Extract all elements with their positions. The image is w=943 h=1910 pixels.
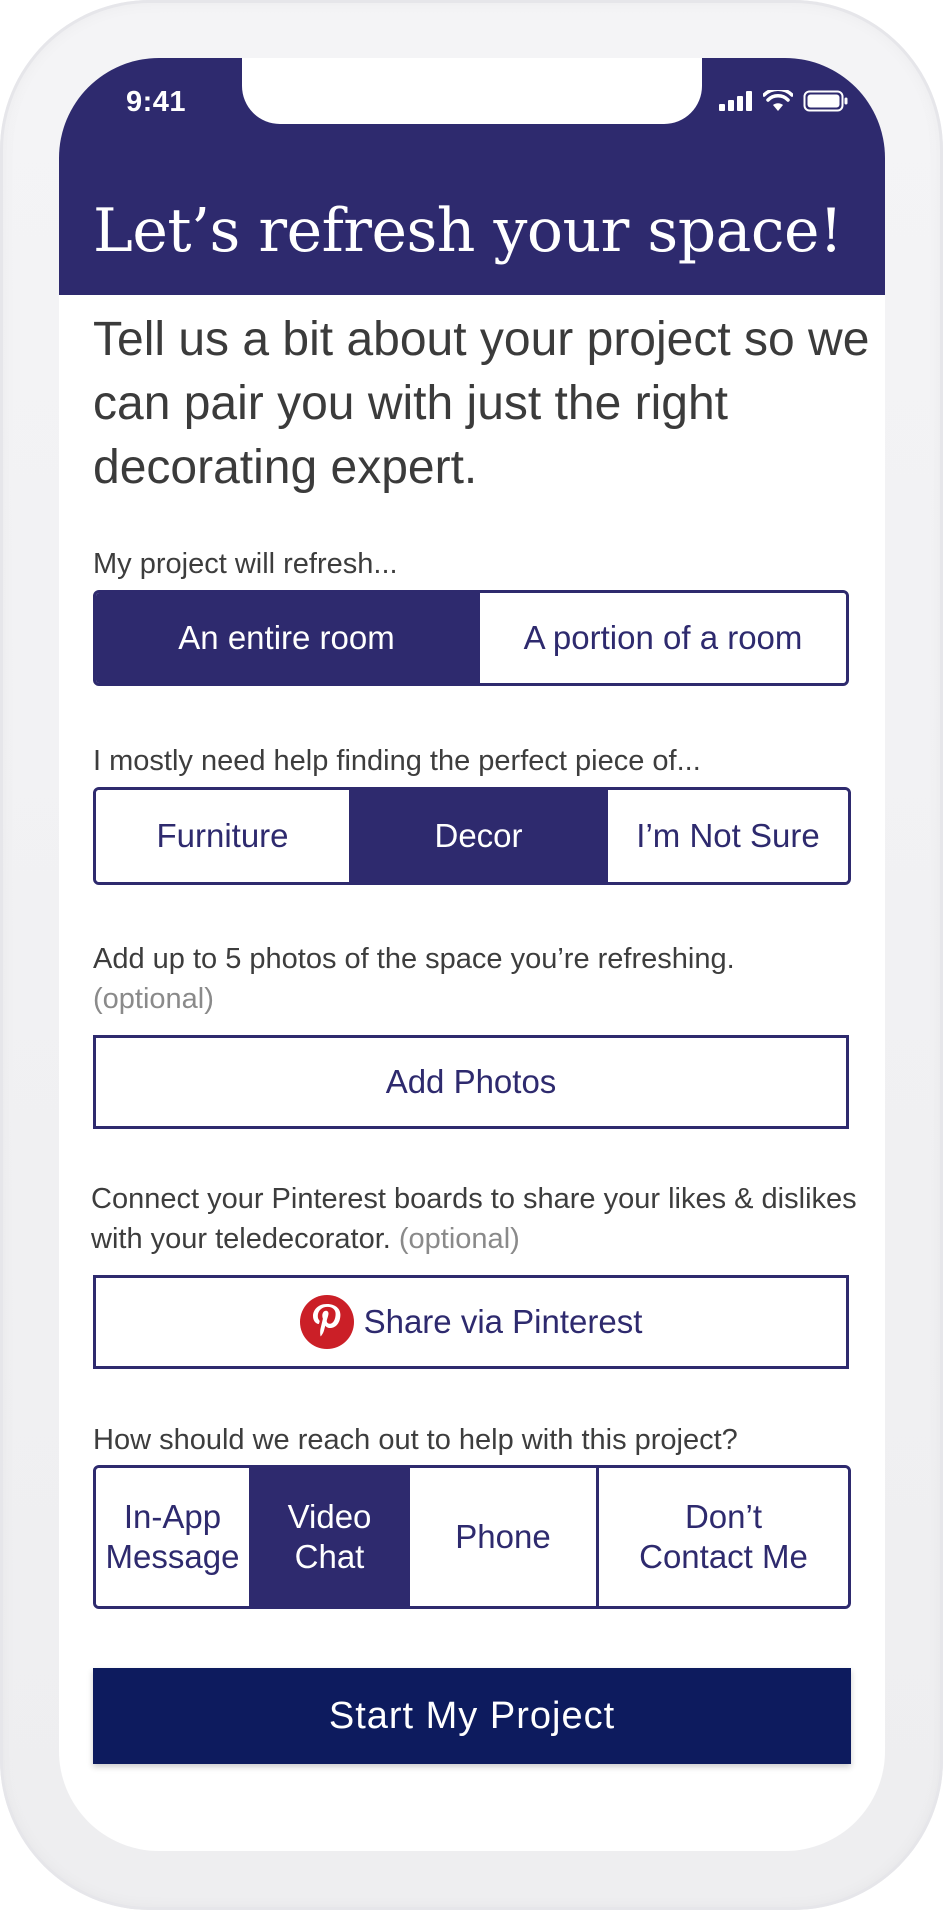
option-entire-room[interactable]: An entire room [96, 593, 477, 683]
option-dont-line1: Don’t [684, 1498, 763, 1535]
share-pinterest-button[interactable]: Share via Pinterest [93, 1275, 849, 1369]
option-in-app-line2: Message [105, 1538, 240, 1575]
status-icons [719, 90, 849, 112]
option-not-sure[interactable]: I’m Not Sure [605, 790, 848, 882]
refresh-scope-segmented: An entire room A portion of a room [93, 590, 849, 686]
option-video-chat[interactable]: Video Chat [249, 1468, 407, 1606]
screen: 9:41 Let’s refresh your space! Tell us a… [59, 58, 885, 1851]
option-video-line2: Chat [294, 1538, 365, 1575]
start-project-button[interactable]: Start My Project [93, 1668, 851, 1764]
status-time: 9:41 [126, 86, 187, 118]
help-finding-label: I mostly need help finding the perfect p… [93, 745, 701, 777]
share-pinterest-label: Share via Pinterest [363, 1303, 643, 1340]
option-phone-line1: Phone [455, 1518, 551, 1555]
option-video-line1: Video [287, 1498, 372, 1535]
option-phone[interactable]: Phone [407, 1468, 596, 1606]
pinterest-label: Connect your Pinterest boards to share y… [91, 1179, 881, 1259]
option-furniture[interactable]: Furniture [96, 790, 349, 882]
option-portion-of-room[interactable]: A portion of a room [477, 593, 846, 683]
battery-icon [803, 90, 848, 112]
notch [242, 58, 702, 124]
option-in-app-line1: In-App [123, 1498, 222, 1535]
refresh-scope-label: My project will refresh... [93, 548, 398, 580]
intro-text: Tell us a bit about your project so we c… [93, 313, 870, 494]
signal-icon [719, 91, 752, 111]
header: 9:41 Let’s refresh your space! [59, 58, 885, 295]
option-dont-line2: Contact Me [639, 1538, 808, 1575]
help-finding-segmented: Furniture Decor I’m Not Sure [93, 787, 851, 885]
photos-optional: (optional) [93, 983, 214, 1015]
option-in-app-message[interactable]: In-App Message [96, 1468, 249, 1606]
photos-label-text: Add up to 5 photos of the space you’re r… [93, 943, 735, 975]
pinterest-icon [299, 1295, 354, 1349]
phone-frame: 9:41 Let’s refresh your space! Tell us a… [0, 0, 943, 1910]
add-photos-button[interactable]: Add Photos [93, 1035, 849, 1129]
option-decor[interactable]: Decor [349, 790, 605, 882]
option-dont-contact[interactable]: Don’t Contact Me [596, 1468, 848, 1606]
page-title: Let’s refresh your space! [93, 196, 843, 266]
photos-label: Add up to 5 photos of the space you’re r… [93, 939, 883, 1019]
pinterest-optional: (optional) [398, 1223, 520, 1255]
contact-label: How should we reach out to help with thi… [93, 1424, 738, 1456]
wifi-icon [763, 90, 793, 111]
contact-method-segmented: In-App Message Video Chat Phone Don’t Co… [93, 1465, 851, 1609]
